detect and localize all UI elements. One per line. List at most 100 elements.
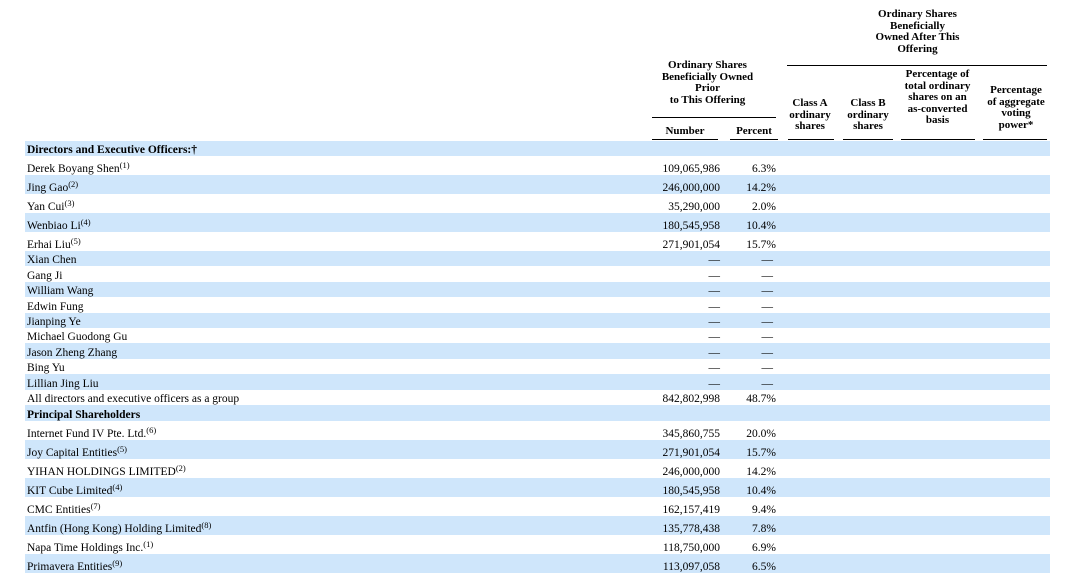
pct-voting-cell [973, 477, 1050, 497]
pct-voting-cell [973, 421, 1050, 440]
holder-name-text: All directors and executive officers as … [27, 392, 240, 405]
table-row: YIHAN HOLDINGS LIMITED(2) 246,000,000 14.2… [25, 459, 1050, 478]
pct-voting-cell [973, 343, 1050, 359]
class-a-cell [778, 421, 836, 440]
holder-name: Erhai Liu(5) [25, 232, 640, 251]
pct-voting-cell [973, 459, 1050, 478]
holder-name-text: Xian Chen [27, 254, 77, 267]
header-line: voting [1001, 107, 1031, 119]
table-row: William Wang — — [25, 281, 1050, 298]
shares-number: — [640, 312, 722, 328]
pct-voting-cell [973, 390, 1050, 405]
footnote-ref: (5) [117, 443, 127, 454]
holder-name: Primavera Entities(9) [25, 553, 640, 573]
class-a-cell [778, 374, 836, 390]
rule-number [652, 139, 718, 140]
pct-voting-cell [973, 297, 1050, 312]
pct-voting-cell [973, 404, 1050, 421]
holder-name-text: Primavera Entities [27, 560, 113, 573]
table-row: Jason Zheng Zhang — — [25, 343, 1050, 359]
class-b-cell [836, 156, 891, 175]
class-b-cell [836, 374, 891, 390]
holder-name-text: Directors and Executive Officers:† [27, 144, 198, 156]
class-b-cell [836, 553, 891, 573]
holder-name-text: Joy Capital Entities [27, 446, 118, 459]
table-row: Lillian Jing Liu — — [25, 374, 1050, 390]
shares-percent: 14.2% [722, 175, 778, 194]
pct-voting-cell [973, 281, 1050, 298]
rule-class-a [788, 139, 834, 140]
class-a-cell [778, 328, 836, 343]
holder-name: KIT Cube Limited(4) [25, 477, 640, 497]
class-b-cell [836, 266, 891, 281]
table-row: Napa Time Holdings Inc.(1) 118,750,000 6.9… [25, 535, 1050, 554]
shares-number: — [708, 269, 721, 282]
holder-name-text: Lillian Jing Liu [27, 377, 99, 390]
rule-prior-group [652, 117, 776, 118]
shares-number: 35,290,000 [668, 201, 720, 213]
pct-total-cell [891, 251, 973, 267]
header-line: Class B [850, 97, 886, 109]
pct-voting-cell [973, 535, 1050, 554]
table-row: Xian Chen — — [25, 251, 1050, 267]
holder-name: Yan Cui(3) [25, 194, 640, 213]
class-b-cell [836, 312, 891, 328]
header-line: power* [998, 118, 1034, 131]
section-header-row: Directors and Executive Officers:† [25, 141, 1050, 156]
shares-number: — [640, 343, 722, 359]
pct-voting-cell [973, 328, 1050, 343]
pct-total-cell [891, 232, 973, 251]
shares-percent: 14.2% [746, 465, 776, 478]
shares-percent: 6.9% [752, 541, 776, 554]
pct-total-cell [891, 213, 973, 232]
shares-percent: 20.0% [746, 427, 776, 440]
class-b-cell [836, 535, 891, 554]
footnote-ref: (3) [64, 198, 75, 208]
holder-name-text: Principal Shareholders [27, 408, 141, 421]
table-row: Joy Capital Entities(5) 271,901,054 15.7% [25, 439, 1050, 459]
class-a-cell [778, 281, 836, 298]
pct-total-cell [891, 374, 973, 390]
header-line: Owned After This [875, 31, 960, 43]
holder-name-text: Erhai Liu [27, 239, 71, 251]
class-a-cell [778, 477, 836, 497]
class-b-cell [836, 477, 891, 497]
pct-total-cell [891, 175, 973, 194]
pct-total-cell [891, 404, 973, 421]
header-class-b: Class B ordinary shares [841, 97, 895, 133]
shares-percent: 15.7% [722, 439, 778, 459]
holder-name: Jing Gao(2) [25, 175, 640, 194]
holder-name-text: Michael Guodong Gu [27, 331, 128, 344]
class-a-cell [778, 175, 836, 194]
shares-percent: 7.8% [722, 515, 778, 535]
pct-voting-cell [973, 553, 1050, 573]
header-class-a: Class A ordinary shares [783, 97, 837, 133]
pct-voting-cell [973, 213, 1050, 232]
pct-total-cell [891, 194, 973, 213]
holder-name-text: Antfin (Hong Kong) Holding Limited [27, 522, 202, 535]
table-row: Gang Ji — — [25, 266, 1050, 282]
shares-percent: 6.3% [752, 163, 776, 175]
footnote-ref: (8) [201, 519, 212, 530]
class-a-cell [778, 439, 836, 459]
pct-total-cell [891, 359, 973, 374]
header-line: shares [853, 120, 883, 132]
holder-name: YIHAN HOLDINGS LIMITED(2) [25, 459, 640, 478]
table-row: Internet Fund IV Pte. Ltd.(6) 345,860,755… [25, 421, 1050, 440]
header-line: Percentage [990, 84, 1042, 96]
class-b-cell [836, 497, 891, 516]
shares-number: 118,750,000 [662, 541, 720, 554]
shares-percent: — [722, 281, 778, 298]
holder-name-text: YIHAN HOLDINGS LIMITED [27, 465, 176, 478]
section-header-row: Principal Shareholders [25, 404, 1050, 421]
footnote-ref: (4) [112, 481, 123, 492]
holder-name: Wenbiao Li(4) [25, 213, 640, 232]
class-b-cell [836, 328, 891, 343]
pct-voting-cell [973, 497, 1050, 516]
class-a-cell [778, 141, 836, 156]
shares-number [640, 404, 722, 421]
section-title: Principal Shareholders [25, 404, 640, 421]
holder-name-text: Internet Fund IV Pte. Ltd. [27, 427, 147, 440]
class-a-cell [778, 297, 836, 312]
footnote-ref: (2) [175, 462, 186, 473]
